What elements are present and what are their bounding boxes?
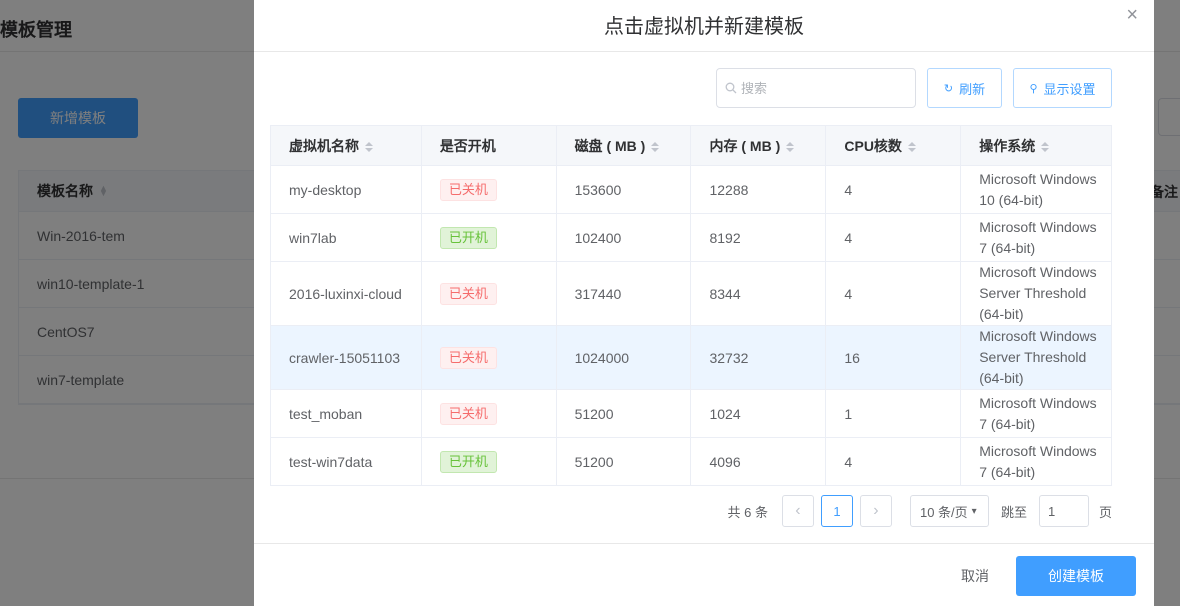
- cancel-button[interactable]: 取消: [954, 560, 996, 592]
- vm-name-cell: crawler-15051103: [270, 325, 422, 390]
- pagination-total: 共 6 条: [727, 504, 768, 520]
- chevron-right-icon: ›: [873, 502, 879, 519]
- vm-table: 虚拟机名称 是否开机 磁盘 ( MB ) 内存 ( MB ) CPU核数 操作系…: [270, 125, 1112, 486]
- vm-name-cell: test-win7data: [270, 437, 422, 486]
- os-cell: Microsoft Windows 10 (64-bit): [960, 165, 1112, 214]
- goto-label: 跳至: [1000, 504, 1027, 520]
- table-row[interactable]: test-win7data 已开机 51200 4096 4 Microsoft…: [270, 437, 1112, 486]
- dialog-title: 点击虚拟机并新建模板: [604, 16, 804, 38]
- page-number-button[interactable]: 1: [820, 495, 853, 527]
- column-vm-name[interactable]: 虚拟机名称: [270, 125, 422, 166]
- column-power-state: 是否开机: [420, 125, 557, 166]
- vm-name-cell: win7lab: [270, 213, 422, 262]
- table-row[interactable]: test_moban 已关机 51200 1024 1 Microsoft Wi…: [270, 389, 1112, 438]
- power-state-cell: 已关机: [420, 261, 557, 326]
- power-state-cell: 已开机: [420, 213, 557, 262]
- power-state-cell: 已关机: [420, 165, 557, 214]
- pagination: 共 6 条 ‹ 1 › 10 条/页 ▾ 跳至 页: [727, 495, 1112, 527]
- chevron-down-icon: ▾: [971, 505, 977, 517]
- disk-cell: 1024000: [555, 325, 692, 390]
- table-row[interactable]: win7lab 已开机 102400 8192 4 Microsoft Wind…: [270, 213, 1112, 262]
- goto-page-input[interactable]: [1038, 495, 1089, 527]
- disk-cell: 51200: [555, 389, 692, 438]
- os-cell: Microsoft Windows Server Threshold (64-b…: [960, 261, 1112, 326]
- status-badge: 已开机: [439, 226, 497, 249]
- status-badge: 已关机: [439, 402, 497, 425]
- status-badge: 已开机: [439, 450, 497, 473]
- sort-icon[interactable]: [651, 141, 660, 152]
- power-state-cell: 已关机: [420, 325, 557, 390]
- vm-name-cell: 2016-luxinxi-cloud: [270, 261, 422, 326]
- status-badge: 已关机: [439, 178, 497, 201]
- cpu-cell: 4: [825, 165, 962, 214]
- status-badge: 已关机: [439, 282, 497, 305]
- column-cpu[interactable]: CPU核数: [825, 125, 962, 166]
- table-row[interactable]: 2016-luxinxi-cloud 已关机 317440 8344 4 Mic…: [270, 261, 1112, 326]
- create-template-button[interactable]: 创建模板: [1016, 556, 1136, 596]
- memory-cell: 4096: [690, 437, 827, 486]
- disk-cell: 51200: [555, 437, 692, 486]
- os-cell: Microsoft Windows 7 (64-bit): [960, 437, 1112, 486]
- status-badge: 已关机: [439, 346, 497, 369]
- cpu-cell: 1: [825, 389, 962, 438]
- dialog-toolbar: ↻ 刷新 ⚲ 显示设置: [716, 68, 1112, 108]
- refresh-label: 刷新: [959, 81, 986, 97]
- table-row[interactable]: my-desktop 已关机 153600 12288 4 Microsoft …: [270, 165, 1112, 214]
- power-state-cell: 已开机: [420, 437, 557, 486]
- cpu-cell: 4: [825, 213, 962, 262]
- memory-cell: 8192: [690, 213, 827, 262]
- os-cell: Microsoft Windows Server Threshold (64-b…: [960, 325, 1112, 390]
- cpu-cell: 16: [825, 325, 962, 390]
- search-field[interactable]: [716, 68, 916, 108]
- table-row-selected[interactable]: crawler-15051103 已关机 1024000 32732 16 Mi…: [270, 325, 1112, 390]
- sort-icon[interactable]: [907, 141, 916, 152]
- chevron-left-icon: ‹: [795, 502, 801, 519]
- column-disk[interactable]: 磁盘 ( MB ): [555, 125, 692, 166]
- sort-icon[interactable]: [1041, 141, 1050, 152]
- disk-cell: 153600: [555, 165, 692, 214]
- os-cell: Microsoft Windows 7 (64-bit): [960, 389, 1112, 438]
- display-settings-label: 显示设置: [1043, 81, 1096, 97]
- refresh-icon: ↻: [943, 82, 954, 95]
- page-size-value: 10 条/页: [919, 504, 968, 520]
- dialog-footer-divider: [254, 543, 1154, 544]
- sort-icon[interactable]: [365, 141, 373, 152]
- column-os[interactable]: 操作系统: [960, 125, 1112, 166]
- column-memory[interactable]: 内存 ( MB ): [690, 125, 827, 166]
- close-icon[interactable]: ×: [1126, 4, 1138, 27]
- page-size-select[interactable]: 10 条/页 ▾: [909, 495, 989, 527]
- page-suffix: 页: [1098, 504, 1112, 520]
- disk-cell: 102400: [555, 213, 692, 262]
- power-state-cell: 已关机: [420, 389, 557, 438]
- vm-name-cell: my-desktop: [270, 165, 422, 214]
- disk-cell: 317440: [555, 261, 692, 326]
- vm-table-header: 虚拟机名称 是否开机 磁盘 ( MB ) 内存 ( MB ) CPU核数 操作系…: [270, 125, 1112, 166]
- refresh-button[interactable]: ↻ 刷新: [927, 68, 1002, 108]
- memory-cell: 1024: [690, 389, 827, 438]
- memory-cell: 8344: [690, 261, 827, 326]
- prev-page-button[interactable]: ‹: [781, 495, 814, 527]
- settings-icon: ⚲: [1029, 82, 1038, 95]
- cpu-cell: 4: [825, 261, 962, 326]
- search-icon: [725, 82, 737, 94]
- vm-name-cell: test_moban: [270, 389, 422, 438]
- create-template-dialog: 点击虚拟机并新建模板 × ↻ 刷新 ⚲ 显示设置 虚拟机名称 是否开机 磁盘 (…: [254, 0, 1154, 606]
- search-input[interactable]: [741, 80, 901, 96]
- sort-icon[interactable]: [786, 141, 795, 152]
- dialog-header: 点击虚拟机并新建模板 ×: [254, 0, 1154, 52]
- os-cell: Microsoft Windows 7 (64-bit): [960, 213, 1112, 262]
- next-page-button[interactable]: ›: [859, 495, 892, 527]
- memory-cell: 12288: [690, 165, 827, 214]
- display-settings-button[interactable]: ⚲ 显示设置: [1013, 68, 1112, 108]
- cpu-cell: 4: [825, 437, 962, 486]
- memory-cell: 32732: [690, 325, 827, 390]
